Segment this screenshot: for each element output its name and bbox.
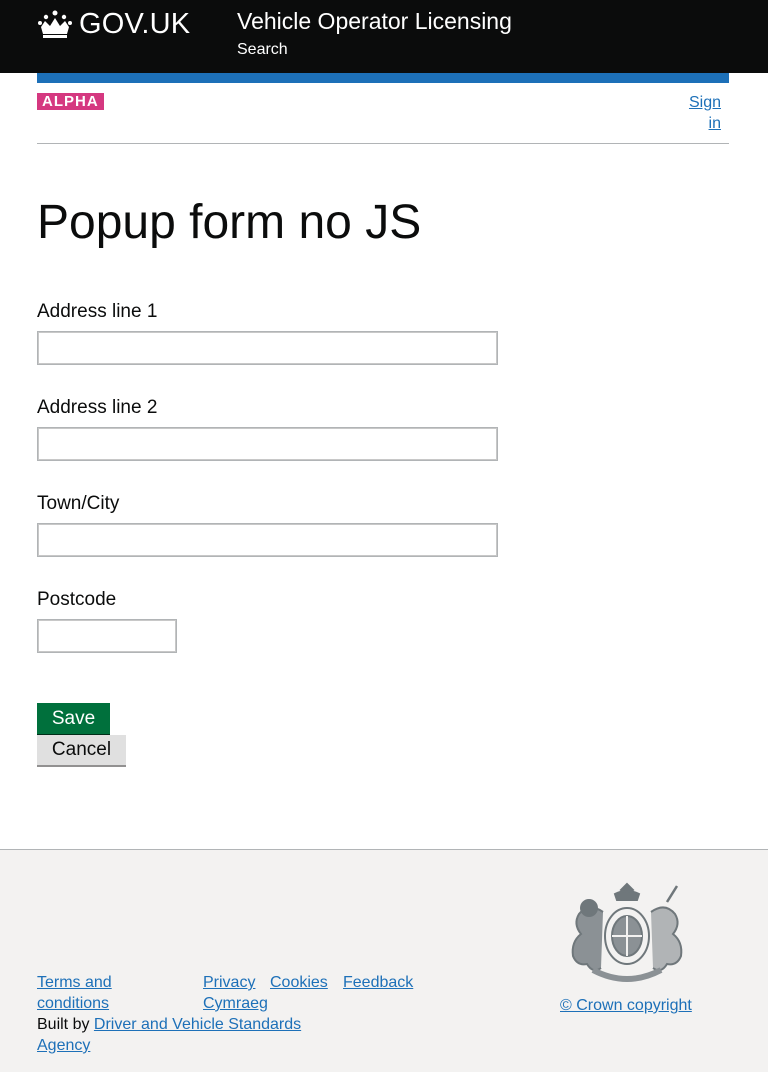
global-footer: Terms and conditions Privacy Cookies Fee… (0, 849, 768, 1072)
global-header: GOV.UK Vehicle Operator Licensing Search (0, 0, 768, 73)
town-city-input[interactable] (37, 523, 498, 557)
search-link[interactable]: Search (237, 41, 288, 59)
phase-banner-divider (37, 143, 729, 144)
address-line-2-input[interactable] (37, 427, 498, 461)
footer-terms-link[interactable]: Terms and conditions (37, 972, 147, 1014)
footer-cymraeg-link[interactable]: Cymraeg (203, 993, 268, 1014)
built-by-text: Built by Driver and Vehicle Standards Ag… (37, 1014, 327, 1056)
footer-feedback-link[interactable]: Feedback (343, 972, 413, 993)
service-name-link[interactable]: Vehicle Operator Licensing (237, 8, 512, 35)
govuk-logo-link[interactable]: GOV.UK (37, 6, 190, 42)
footer-cookies-link[interactable]: Cookies (270, 972, 328, 993)
cancel-button[interactable]: Cancel (37, 735, 126, 765)
header-blue-bar (37, 73, 729, 83)
save-button[interactable]: Save (37, 703, 110, 734)
sign-in-link[interactable]: Sign in (673, 92, 721, 134)
footer-privacy-link[interactable]: Privacy (203, 972, 255, 993)
postcode-input[interactable] (37, 619, 177, 653)
address-line-1-input[interactable] (37, 331, 498, 365)
page-title: Popup form no JS (37, 196, 422, 249)
address-line-2-label: Address line 2 (37, 397, 158, 418)
govuk-logo-text: GOV.UK (79, 7, 191, 40)
royal-coat-of-arms-icon (571, 882, 683, 982)
town-city-label: Town/City (37, 493, 120, 514)
built-by-prefix: Built by (37, 1016, 94, 1033)
phase-tag: ALPHA (37, 93, 104, 110)
crown-copyright-link[interactable]: © Crown copyright (560, 995, 692, 1016)
postcode-label: Postcode (37, 589, 117, 610)
crown-icon (38, 10, 72, 38)
address-line-1-label: Address line 1 (37, 301, 158, 322)
